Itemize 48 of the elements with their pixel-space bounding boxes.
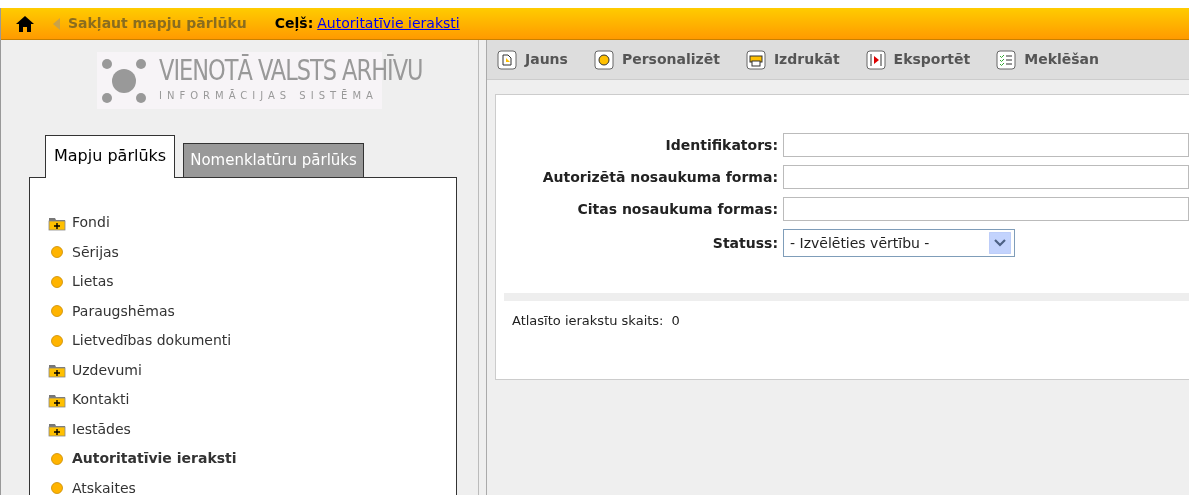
logo-title: VIENOTĀ VALSTS ARHĪVU bbox=[159, 56, 423, 85]
toolbar-button[interactable]: Izdrukāt bbox=[745, 49, 840, 70]
tree-item[interactable]: Kontakti bbox=[72, 389, 130, 411]
tree-item[interactable]: Autoritatīvie ieraksti bbox=[72, 448, 237, 470]
page-icon bbox=[497, 49, 517, 70]
toolbar-button[interactable]: Jauns bbox=[497, 49, 568, 70]
input-field[interactable] bbox=[783, 197, 1189, 221]
field-label: Citas nosaukuma formas: bbox=[576, 199, 778, 219]
toolbar-button[interactable]: Meklēšan bbox=[996, 49, 1100, 70]
logo-icon bbox=[101, 57, 147, 104]
logo-subtitle: INFORMĀCIJAS SISTĒMA bbox=[159, 88, 379, 103]
dot-icon bbox=[48, 332, 66, 349]
field-label: Identifikators: bbox=[664, 135, 778, 155]
dot-icon bbox=[48, 480, 66, 495]
field-label: Autorizētā nosaukuma forma: bbox=[541, 167, 778, 187]
path-label: Ceļš: bbox=[274, 14, 314, 33]
dropdown-value: - Izvēlēties vērtību - bbox=[790, 233, 930, 253]
breadcrumb-link[interactable]: Autoritatīvie ieraksti bbox=[317, 13, 460, 34]
checklist-icon bbox=[996, 49, 1017, 70]
tree-item[interactable]: Paraugshēmas bbox=[72, 300, 175, 322]
dot-icon bbox=[48, 273, 66, 290]
tree-item[interactable]: Fondi bbox=[72, 212, 110, 234]
input-field[interactable] bbox=[783, 165, 1189, 189]
dot-icon bbox=[48, 450, 66, 467]
input-field[interactable] bbox=[783, 133, 1189, 157]
result-count-label: Atlasīto ierakstu skaits: bbox=[512, 312, 664, 330]
dot-icon bbox=[48, 303, 66, 320]
splitter[interactable] bbox=[479, 40, 487, 495]
printer-icon bbox=[745, 49, 766, 70]
result-count: 0 bbox=[671, 312, 680, 330]
field-label: Statuss: bbox=[711, 233, 778, 253]
tree-item[interactable]: Iestādes bbox=[72, 418, 131, 440]
tree-item[interactable]: Uzdevumi bbox=[72, 359, 142, 381]
export-icon bbox=[865, 49, 886, 70]
tree-item[interactable]: Atskaites bbox=[72, 477, 136, 495]
toolbar-button[interactable]: Personalizēt bbox=[593, 49, 720, 70]
tab[interactable]: Mapju pārlūks bbox=[45, 135, 176, 178]
status-dropdown[interactable]: - Izvēlēties vērtību - bbox=[783, 229, 1015, 257]
dropdown-arrow-icon bbox=[989, 232, 1011, 254]
folder-plus-icon bbox=[48, 362, 66, 379]
home-icon[interactable] bbox=[15, 14, 35, 33]
tree-item[interactable]: Lietas bbox=[72, 271, 114, 293]
tree-item[interactable]: Lietvedības dokumenti bbox=[72, 330, 232, 352]
tree-item[interactable]: Sērijas bbox=[72, 241, 119, 263]
folder-plus-icon bbox=[48, 421, 66, 438]
toolbar-button[interactable]: Eksportēt bbox=[865, 49, 971, 70]
left-arrow-icon bbox=[53, 17, 60, 30]
dot-icon bbox=[48, 244, 66, 261]
